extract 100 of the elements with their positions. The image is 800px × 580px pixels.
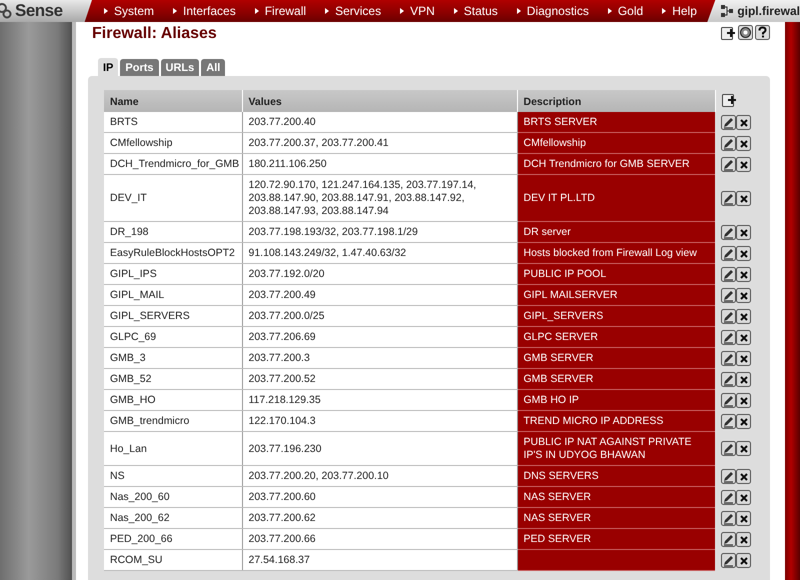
tab[interactable]: IP	[98, 58, 118, 76]
edit-icon[interactable]	[721, 468, 736, 484]
alias-description: TREND MICRO IP ADDRESS	[524, 415, 664, 427]
alias-values: 203.77.200.0/25	[248, 310, 324, 322]
alias-name: DCH_Trendmicro_for_GMB	[110, 158, 240, 170]
add-icon[interactable]	[721, 25, 736, 40]
delete-icon[interactable]	[736, 441, 751, 456]
network-icon	[721, 5, 734, 17]
add-icon[interactable]	[722, 92, 736, 107]
alias-name: DR_198	[110, 226, 149, 238]
alias-description: GMB SERVER	[524, 352, 594, 364]
menu-item[interactable]: Services	[325, 4, 382, 18]
menu-item[interactable]: VPN	[400, 4, 435, 18]
edit-icon[interactable]	[721, 114, 736, 130]
alias-description: DNS SERVERS	[524, 470, 599, 482]
tab[interactable]: URLs	[160, 59, 200, 76]
alias-description: CMfellowship	[524, 137, 586, 149]
alias-values: 203.77.200.52	[248, 373, 316, 385]
delete-icon[interactable]	[736, 468, 751, 484]
alias-values: 122.170.104.3	[248, 415, 316, 427]
alias-values: 203.77.198.193/32, 203.77.198.1/29	[248, 226, 418, 238]
alias-description: GMB SERVER	[524, 373, 594, 385]
edit-icon[interactable]	[721, 330, 736, 344]
alias-description: GLPC SERVER	[524, 331, 598, 343]
help-icon[interactable]	[755, 25, 770, 40]
tab[interactable]: All	[201, 59, 226, 76]
alias-values: 203.77.192.0/20	[248, 268, 324, 280]
menu-item[interactable]: System	[104, 4, 154, 18]
edit-icon[interactable]	[721, 190, 736, 206]
menu-item[interactable]: Gold	[608, 4, 644, 18]
edit-icon[interactable]	[721, 308, 736, 324]
alias-description: DEV IT PL.LTD	[524, 192, 595, 204]
alias-description: NAS SERVER	[524, 512, 591, 524]
alias-values: 203.77.200.66	[248, 533, 316, 545]
host-name: gipl.firewal	[737, 4, 800, 18]
delete-icon[interactable]	[736, 190, 751, 206]
alias-name: CMfellowship	[110, 137, 172, 149]
alias-name: GIPL_SERVERS	[110, 310, 190, 322]
edit-icon[interactable]	[721, 372, 736, 386]
edit-icon[interactable]	[721, 224, 736, 240]
alias-values: 203.77.196.230	[248, 442, 322, 454]
delete-icon[interactable]	[736, 114, 751, 130]
tab[interactable]: Ports	[120, 59, 159, 76]
edit-icon[interactable]	[721, 510, 736, 526]
edit-icon[interactable]	[721, 552, 736, 568]
alias-description: DCH Trendmicro for GMB SERVER	[524, 158, 690, 170]
menu-item[interactable]: Interfaces	[173, 4, 236, 18]
alias-description: PUBLIC IP NAT AGAINST PRIVATE IP'S IN UDYOG BHAWAN	[524, 436, 692, 461]
alias-name: BRTS	[110, 116, 138, 128]
delete-icon[interactable]	[736, 510, 751, 526]
delete-icon[interactable]	[736, 490, 751, 504]
delete-icon[interactable]	[736, 308, 751, 324]
edit-icon[interactable]	[721, 266, 736, 282]
alias-values: 91.108.143.249/32, 1.47.40.63/32	[248, 247, 406, 259]
alias-description: BRTS SERVER	[524, 116, 598, 128]
edit-icon[interactable]	[721, 246, 736, 260]
logo-icon	[0, 3, 12, 19]
delete-icon[interactable]	[736, 330, 751, 344]
logo: Sense	[15, 1, 63, 21]
menu-item[interactable]: Firewall	[254, 4, 306, 18]
delete-icon[interactable]	[736, 136, 751, 150]
delete-icon[interactable]	[736, 372, 751, 386]
column-header: Description	[517, 90, 715, 112]
delete-icon[interactable]	[736, 156, 751, 172]
delete-icon[interactable]	[736, 414, 751, 428]
disc-icon[interactable]	[738, 25, 753, 40]
alias-name: EasyRuleBlockHostsOPT2	[110, 247, 235, 259]
edit-icon[interactable]	[721, 441, 736, 456]
menu-item[interactable]: Help	[662, 4, 697, 18]
alias-description: GIPL_SERVERS	[524, 310, 604, 322]
page-title: Firewall: Aliases	[92, 24, 218, 43]
alias-description: PED SERVER	[524, 533, 591, 545]
edit-icon[interactable]	[721, 350, 736, 366]
alias-description: DR server	[524, 226, 571, 238]
alias-name: NS	[110, 470, 125, 482]
alias-values: 203.77.200.60	[248, 491, 316, 503]
delete-icon[interactable]	[736, 288, 751, 302]
edit-icon[interactable]	[721, 288, 736, 302]
edit-icon[interactable]	[721, 156, 736, 172]
alias-values: 203.77.200.49	[248, 289, 316, 301]
edit-icon[interactable]	[721, 136, 736, 150]
delete-icon[interactable]	[736, 350, 751, 366]
edit-icon[interactable]	[721, 414, 736, 428]
delete-icon[interactable]	[736, 266, 751, 282]
alias-values: 27.54.168.37	[248, 554, 310, 566]
delete-icon[interactable]	[736, 552, 751, 568]
delete-icon[interactable]	[736, 392, 751, 408]
alias-values: 203.77.200.3	[248, 352, 310, 364]
edit-icon[interactable]	[721, 490, 736, 504]
menu-item[interactable]: Diagnostics	[516, 4, 589, 18]
delete-icon[interactable]	[736, 224, 751, 240]
menu-item[interactable]: Status	[454, 4, 498, 18]
alias-name: GMB_3	[110, 352, 146, 364]
delete-icon[interactable]	[736, 246, 751, 260]
alias-description: Hosts blocked from Firewall Log view	[524, 247, 697, 259]
edit-icon[interactable]	[721, 532, 736, 546]
delete-icon[interactable]	[736, 532, 751, 546]
alias-values: 180.211.106.250	[248, 158, 327, 170]
edit-icon[interactable]	[721, 392, 736, 408]
alias-name: GMB_52	[110, 373, 152, 385]
